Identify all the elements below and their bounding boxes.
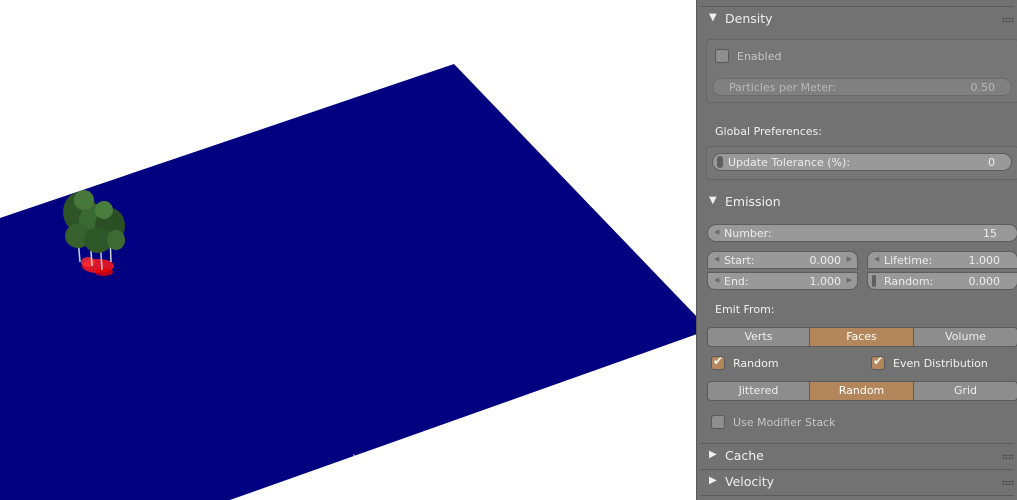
- end-field[interactable]: ◀ End: 1.000 ▶: [707, 272, 858, 290]
- end-value: 1.000: [809, 275, 842, 288]
- distribution-grid-button[interactable]: Grid: [913, 381, 1017, 401]
- number-label: Number:: [724, 227, 772, 240]
- decrement-arrow-icon[interactable]: ◀: [714, 255, 719, 263]
- start-value: 0.000: [809, 254, 842, 267]
- use-modifier-stack-label: Use Modifier Stack: [733, 416, 836, 429]
- number-field[interactable]: ◀ Number: 15: [707, 224, 1017, 242]
- random-checkbox[interactable]: ✔: [711, 354, 725, 370]
- lifetime-value: 1.000: [968, 254, 1001, 267]
- density-panel-header[interactable]: ▼ Density: [697, 7, 1017, 31]
- enabled-checkbox[interactable]: [715, 49, 729, 63]
- 3d-viewport[interactable]: [0, 0, 696, 500]
- particles-per-meter-label: Particles per Meter:: [729, 81, 837, 94]
- density-header-label: Density: [725, 11, 773, 26]
- decrement-arrow-icon[interactable]: ◀: [874, 255, 879, 263]
- global-preferences-box: Update Tolerance (%): 0: [706, 146, 1017, 180]
- emit-from-faces-button[interactable]: Faces: [809, 327, 914, 347]
- update-tolerance-label: Update Tolerance (%):: [728, 156, 851, 169]
- density-settings-box: Enabled Particles per Meter: 0.50: [706, 39, 1017, 103]
- slider-fill: [717, 156, 723, 168]
- velocity-header-label: Velocity: [725, 474, 775, 489]
- random-checkbox-label: Random: [733, 357, 779, 370]
- enabled-label: Enabled: [737, 50, 782, 63]
- lifetime-field[interactable]: ◀ Lifetime: 1.000: [867, 251, 1017, 269]
- emission-panel-header[interactable]: ▼ Emission: [697, 190, 1017, 214]
- start-field[interactable]: ◀ Start: 0.000 ▶: [707, 251, 858, 269]
- lifetime-label: Lifetime:: [884, 254, 933, 267]
- increment-arrow-icon[interactable]: ▶: [847, 276, 852, 284]
- triangle-down-icon: ▼: [709, 195, 717, 206]
- decrement-arrow-icon[interactable]: ◀: [714, 228, 719, 236]
- cache-panel-header[interactable]: ▶ Cache: [697, 444, 1017, 468]
- viewport-scene: [0, 64, 696, 500]
- even-distribution-checkbox[interactable]: ✔: [871, 354, 885, 370]
- use-modifier-stack-checkbox[interactable]: [711, 415, 725, 429]
- particle-properties-panel[interactable]: ▼ Density Enabled Particles per Meter: 0…: [696, 0, 1017, 500]
- even-distribution-label: Even Distribution: [893, 357, 988, 370]
- emission-header-label: Emission: [725, 194, 781, 209]
- triangle-right-icon: ▶: [709, 449, 717, 460]
- origin-dot: [353, 454, 355, 456]
- decrement-arrow-icon[interactable]: ◀: [714, 276, 719, 284]
- update-tolerance-value: 0: [988, 156, 995, 169]
- cache-header-label: Cache: [725, 448, 764, 463]
- random-slider-field[interactable]: Random: 0.000: [867, 272, 1017, 290]
- ground-plane[interactable]: [0, 64, 696, 500]
- checkmark-icon: ✔: [713, 354, 724, 368]
- random-slider-label: Random:: [884, 275, 934, 288]
- number-value: 15: [983, 227, 997, 240]
- drag-grip-icon[interactable]: [1002, 17, 1014, 22]
- checkmark-icon: ✔: [873, 354, 884, 368]
- start-label: Start:: [724, 254, 755, 267]
- drag-grip-icon[interactable]: [1002, 454, 1014, 459]
- distribution-random-button[interactable]: Random: [809, 381, 914, 401]
- emit-from-volume-button[interactable]: Volume: [913, 327, 1017, 347]
- triangle-right-icon: ▶: [709, 475, 717, 486]
- drag-grip-icon[interactable]: [1002, 480, 1014, 485]
- increment-arrow-icon[interactable]: ▶: [847, 255, 852, 263]
- distribution-jittered-button[interactable]: Jittered: [707, 381, 810, 401]
- update-tolerance-field[interactable]: Update Tolerance (%): 0: [712, 153, 1012, 171]
- random-slider-value: 0.000: [968, 275, 1001, 288]
- emit-from-label: Emit From:: [715, 303, 775, 316]
- particles-per-meter-field[interactable]: Particles per Meter: 0.50: [712, 78, 1012, 96]
- panel-divider: [701, 495, 1014, 496]
- end-label: End:: [724, 275, 749, 288]
- slider-fill: [872, 275, 876, 287]
- particles-per-meter-value: 0.50: [970, 81, 996, 94]
- triangle-down-icon: ▼: [709, 12, 717, 23]
- emit-from-verts-button[interactable]: Verts: [707, 327, 810, 347]
- global-preferences-label: Global Preferences:: [715, 125, 822, 138]
- velocity-panel-header[interactable]: ▶ Velocity: [697, 470, 1017, 494]
